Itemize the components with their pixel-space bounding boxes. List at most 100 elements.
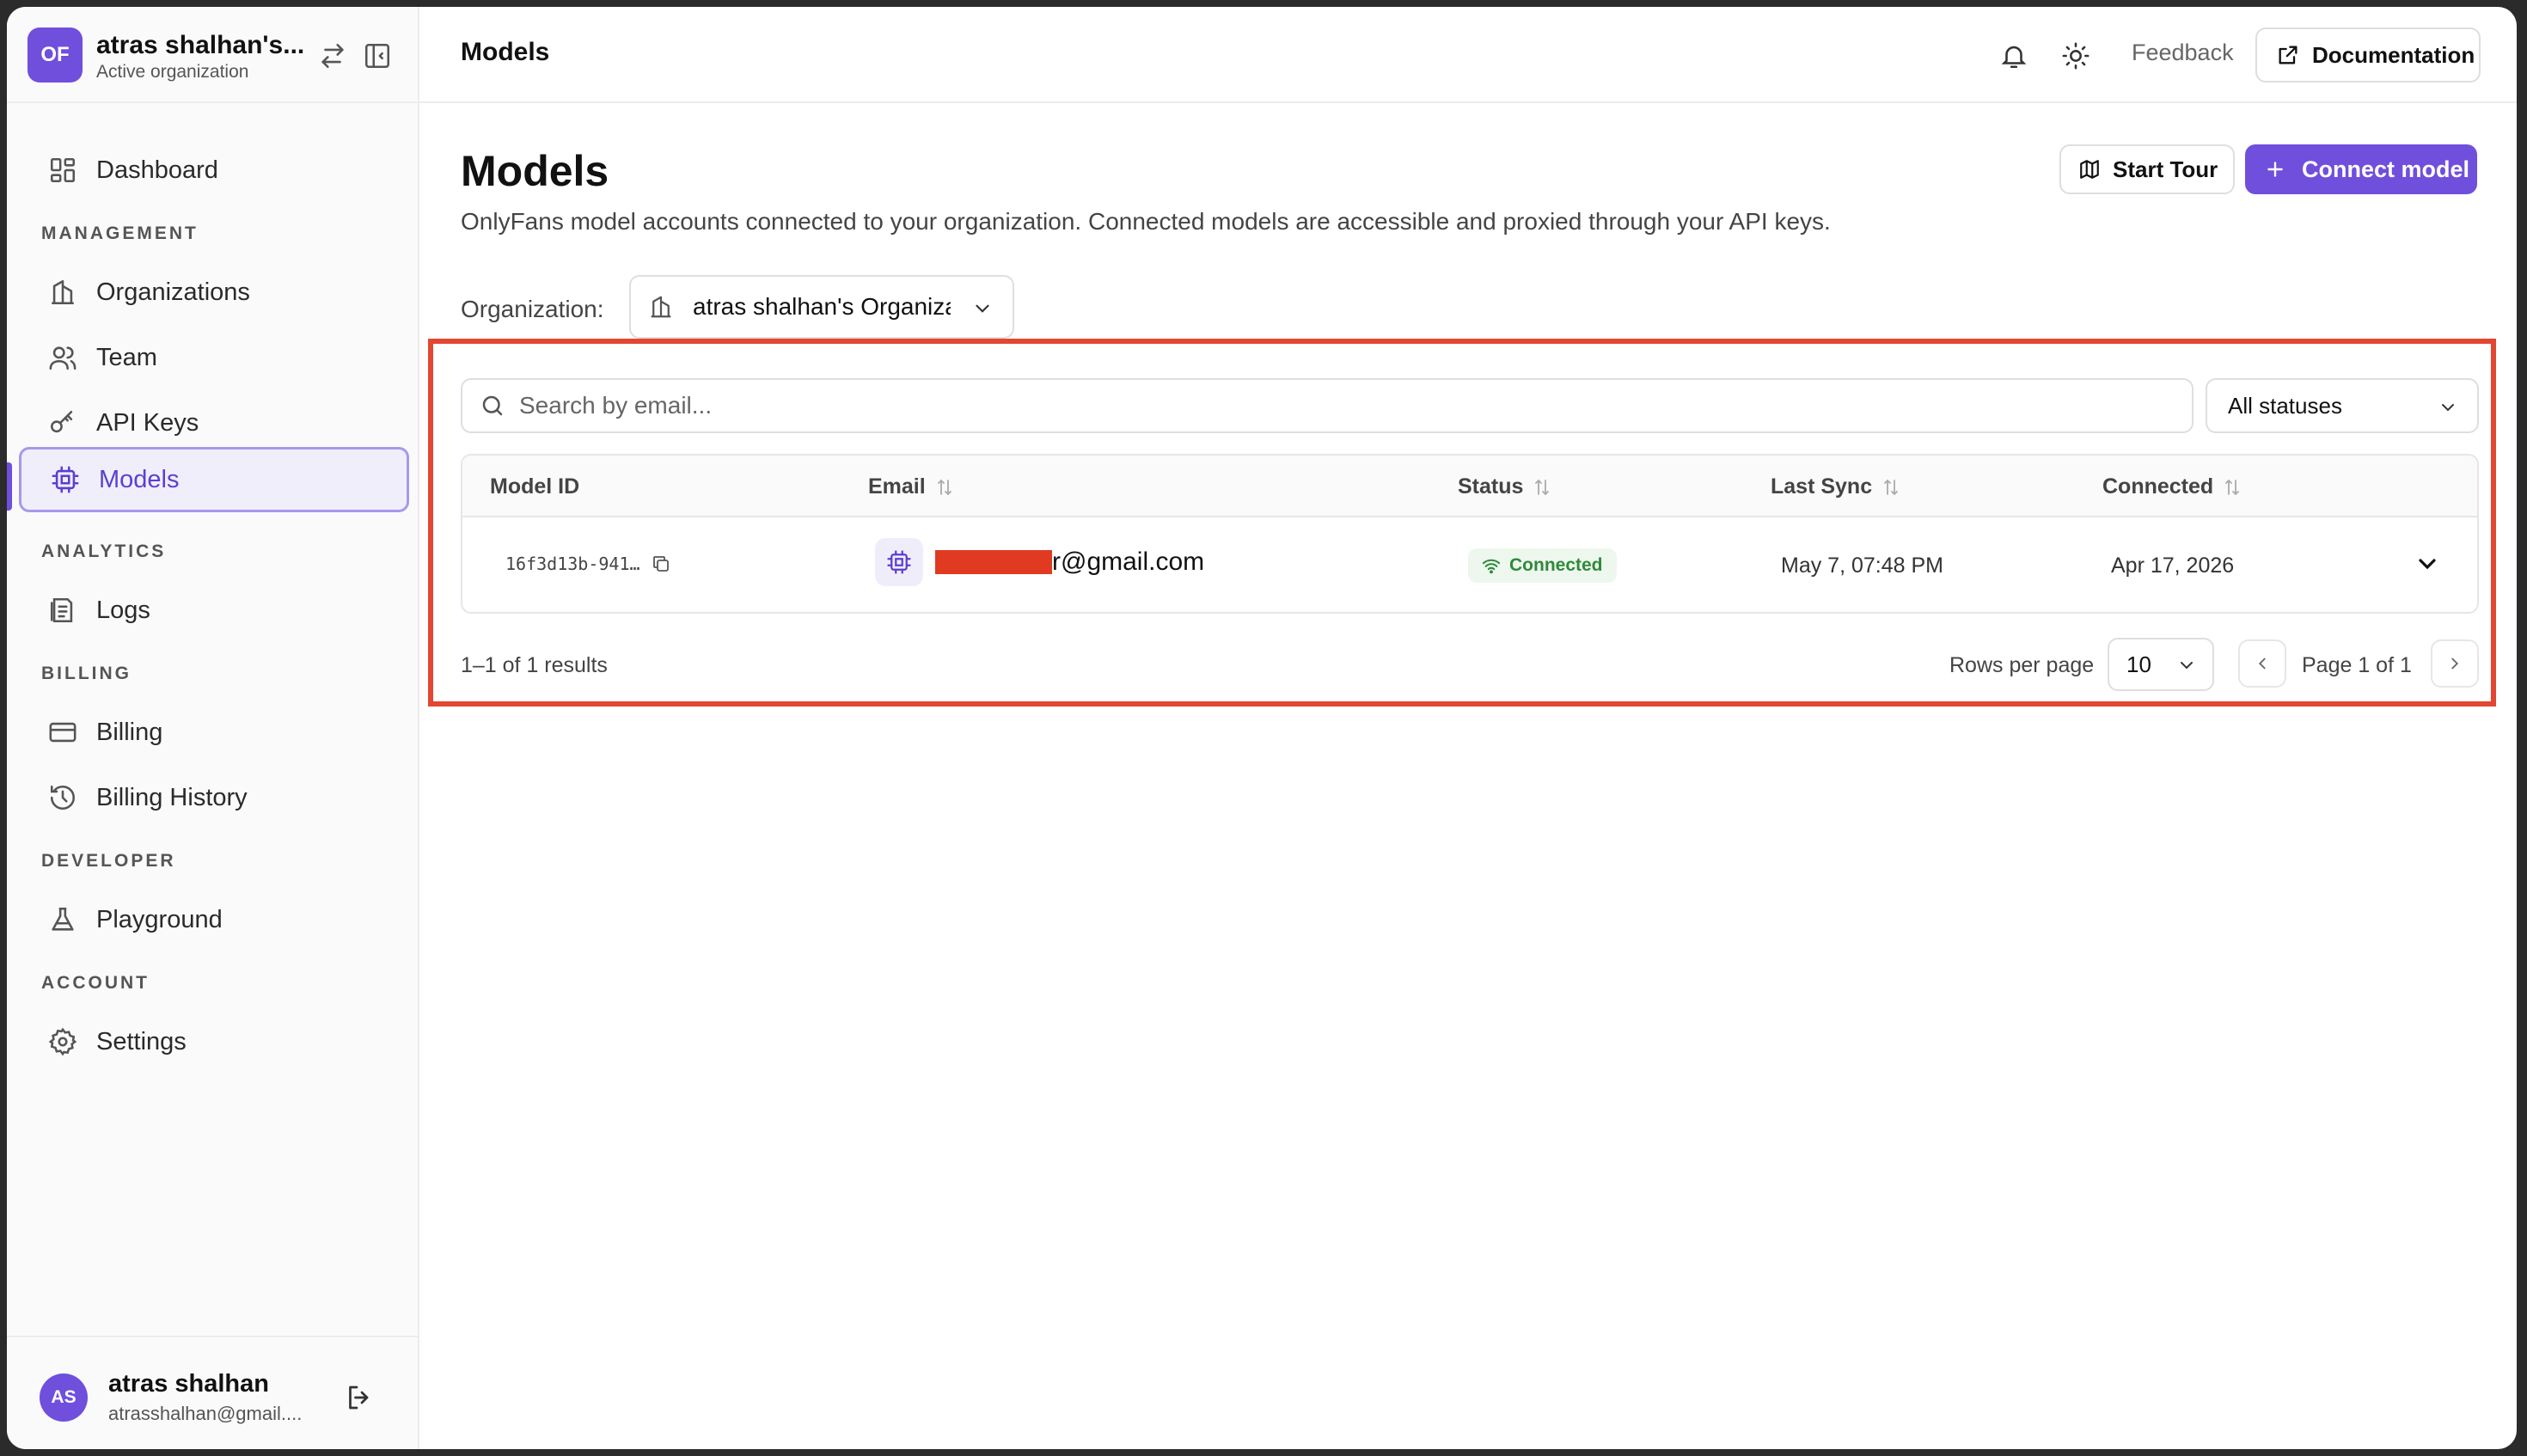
sidebar-item-dashboard[interactable]: Dashboard [19, 138, 409, 203]
sidebar-item-label: Playground [96, 905, 223, 933]
top-bar: Models Feedback Documentation [419, 7, 2517, 103]
sun-icon[interactable] [2061, 41, 2090, 70]
sort-icon [1535, 479, 1550, 495]
org-name: atras shalhan's... [96, 31, 305, 59]
logout-icon[interactable] [344, 1382, 375, 1413]
section-billing: BILLING [41, 664, 132, 683]
org-subtitle: Active organization [96, 62, 249, 82]
chevron-left-icon [2258, 658, 2266, 670]
building-icon [52, 279, 74, 305]
sidebar-item-organizations[interactable]: Organizations [19, 260, 409, 325]
column-last-sync[interactable]: Last Sync [1771, 474, 1901, 499]
page-title: Models [461, 147, 609, 195]
models-table: Model ID Email Status Last Sync Connecte… [461, 454, 2479, 614]
sidebar-item-label: Organizations [96, 278, 250, 306]
next-page-button[interactable] [2431, 639, 2479, 688]
connect-model-label: Connect model [2302, 156, 2470, 182]
documentation-button[interactable]: Documentation [2255, 28, 2481, 83]
organization-label: Organization: [461, 296, 604, 322]
section-analytics: ANALYTICS [41, 541, 167, 561]
sidebar-item-label: Billing History [96, 783, 248, 811]
cpu-chip-icon [887, 550, 911, 574]
breadcrumb-title: Models [461, 38, 550, 66]
table-header: Model ID Email Status Last Sync Connecte… [462, 456, 2477, 517]
page-description: OnlyFans model accounts connected to you… [461, 208, 1831, 235]
start-tour-label: Start Tour [2113, 156, 2218, 182]
status-badge: Connected [1468, 548, 1617, 583]
column-model-id: Model ID [490, 474, 580, 499]
sidebar-item-label: Team [96, 343, 157, 371]
start-tour-button[interactable]: Start Tour [2059, 144, 2235, 194]
section-account: ACCOUNT [41, 973, 150, 993]
status-filter-select[interactable]: All statuses [2206, 378, 2479, 433]
connected-date-cell: Apr 17, 2026 [2111, 554, 2235, 578]
rows-per-page-value: 10 [2126, 651, 2151, 677]
sort-icon [2225, 479, 2240, 495]
rows-per-page-label: Rows per page [1949, 653, 2095, 677]
feedback-link[interactable]: Feedback [2132, 40, 2234, 66]
chevron-down-icon[interactable] [2414, 550, 2441, 578]
column-connected[interactable]: Connected [2102, 474, 2242, 499]
sidebar-item-label: Dashboard [96, 156, 218, 184]
column-email[interactable]: Email [868, 474, 955, 499]
last-sync-cell: May 7, 07:48 PM [1781, 554, 1943, 578]
copy-icon[interactable] [651, 554, 671, 574]
status-filter-value: All statuses [2228, 392, 2342, 419]
plus-icon [2267, 162, 2283, 177]
section-developer: DEVELOPER [41, 851, 176, 871]
page-info: Page 1 of 1 [2302, 653, 2412, 677]
user-name: atras shalhan [108, 1370, 269, 1398]
sort-icon [1884, 479, 1899, 495]
previous-page-button[interactable] [2238, 639, 2286, 688]
section-management: MANAGEMENT [41, 223, 199, 243]
connect-model-button[interactable]: Connect model [2245, 144, 2477, 194]
organization-select-value: atras shalhan's Organization [693, 293, 951, 320]
table-row[interactable]: 16f3d13b-941… r@gmail.com Connected May … [462, 517, 2477, 612]
users-icon [49, 346, 76, 370]
gear-icon [48, 1027, 77, 1056]
sort-icon [937, 479, 951, 495]
sidebar-item-api-keys[interactable]: API Keys [19, 390, 409, 456]
building-icon [651, 296, 671, 318]
column-status[interactable]: Status [1458, 474, 1552, 499]
email-cell: r@gmail.com [875, 538, 1204, 586]
org-switcher[interactable]: OF atras shalhan's... Active organizatio… [7, 7, 418, 103]
sidebar-item-models[interactable]: Models [19, 447, 409, 512]
app-window: OF atras shalhan's... Active organizatio… [7, 7, 2517, 1449]
sidebar-item-logs[interactable]: Logs [19, 578, 409, 643]
search-field[interactable] [461, 378, 2194, 433]
email-text: r@gmail.com [1052, 548, 1205, 576]
sidebar-item-team[interactable]: Team [19, 325, 409, 390]
credit-card-icon [49, 722, 76, 743]
chevron-down-icon [2442, 404, 2454, 412]
dashboard-icon [50, 157, 76, 183]
sidebar-item-billing[interactable]: Billing [19, 700, 409, 765]
map-icon [2080, 160, 2099, 179]
sidebar-item-playground[interactable]: Playground [19, 887, 409, 952]
sidebar-item-billing-history[interactable]: Billing History [19, 765, 409, 830]
user-email: atrasshalhan@gmail.... [108, 1403, 303, 1424]
chevron-right-icon [2451, 658, 2459, 670]
user-profile[interactable]: AS atras shalhan atrasshalhan@gmail.... [7, 1336, 418, 1449]
sidebar-item-settings[interactable]: Settings [19, 1009, 409, 1074]
logs-icon [50, 597, 73, 623]
history-icon [50, 785, 76, 811]
sidebar-item-label: Models [99, 465, 180, 493]
cpu-chip-icon [52, 466, 79, 493]
search-input[interactable] [519, 392, 2152, 419]
sidebar: OF atras shalhan's... Active organizatio… [7, 7, 419, 1449]
flask-icon [52, 907, 74, 931]
sidebar-collapse-icon[interactable] [363, 41, 392, 70]
key-icon [50, 410, 73, 433]
bell-icon[interactable] [1999, 41, 2028, 70]
sidebar-item-label: Billing [96, 718, 163, 746]
switch-arrows-icon[interactable] [318, 41, 347, 70]
sidebar-item-label: Settings [96, 1027, 187, 1055]
documentation-label: Documentation [2312, 41, 2475, 68]
search-icon [482, 395, 503, 416]
organization-select[interactable]: atras shalhan's Organization [629, 275, 1014, 339]
rows-per-page-select[interactable]: 10 [2108, 638, 2214, 691]
redaction-block [935, 550, 1052, 574]
avatar: AS [40, 1373, 88, 1422]
chevron-down-icon [2181, 662, 2193, 670]
